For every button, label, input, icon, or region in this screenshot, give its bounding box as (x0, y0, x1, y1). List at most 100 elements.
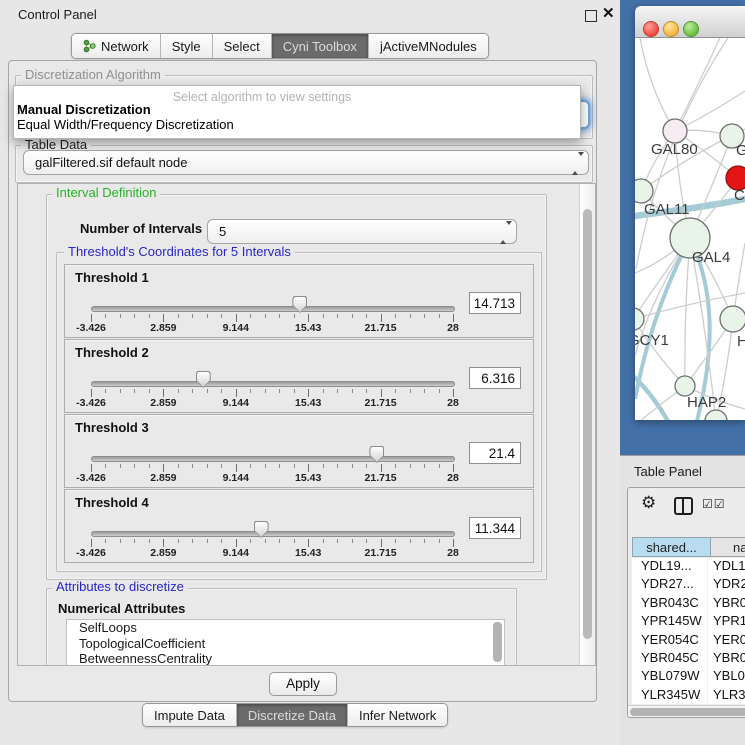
number-of-intervals-combo[interactable]: 5 (207, 219, 517, 244)
attribute-items: SelfLoopsTopologicalCoefficientBetweenne… (67, 620, 504, 666)
threshold-2-slider[interactable] (91, 381, 455, 387)
table-row[interactable]: YLR345WYLR3 (632, 687, 745, 704)
slider-scale-label: 28 (447, 397, 459, 409)
gear-icon[interactable]: ⚙ (641, 493, 656, 513)
slider-tick (163, 464, 164, 472)
network-node-gal80[interactable] (663, 119, 687, 143)
slider-tick (337, 389, 338, 393)
network-node-bottom-node[interactable] (705, 410, 727, 420)
network-node-hap2[interactable] (675, 376, 695, 396)
slider-tick (323, 464, 324, 468)
algorithm-option-equal-width[interactable]: Equal Width/Frequency Discretization (17, 117, 234, 132)
attribute-item[interactable]: SelfLoops (67, 620, 504, 636)
slider-tick (352, 314, 353, 318)
close-traffic-light-icon[interactable] (643, 21, 659, 37)
table-cell: YDR27... (632, 576, 708, 594)
tab-network[interactable]: Network (72, 34, 160, 58)
attribute-item[interactable]: TopologicalCoefficient (67, 636, 504, 652)
table-row[interactable]: YBR043CYBR0 (632, 595, 745, 613)
slider-tick (163, 539, 164, 547)
algorithm-option-manual[interactable]: Manual Discretization (17, 102, 151, 117)
table-cell: YBR045C (632, 650, 708, 668)
attributes-scrollbar[interactable] (493, 622, 502, 662)
attribute-item[interactable]: BetweennessCentrality (67, 651, 504, 666)
tab-impute-data[interactable]: Impute Data (143, 704, 236, 726)
columns-icon[interactable] (674, 497, 693, 515)
slider-tick (294, 539, 295, 543)
table-cell: YLR345W (632, 687, 708, 704)
threshold-4-value-field[interactable]: 11.344 (469, 517, 521, 539)
numerical-attributes-list[interactable]: SelfLoopsTopologicalCoefficientBetweenne… (66, 619, 505, 666)
table-row[interactable]: YPR145WYPR1 (632, 613, 745, 631)
table-rows: YDL19...YDL1YDR27...YDR2YBR043CYBR0YPR14… (632, 558, 745, 704)
table-row[interactable]: YDL19...YDL1 (632, 558, 745, 576)
threshold-2-value-field[interactable]: 6.316 (469, 367, 521, 389)
network-node-gcy1[interactable] (635, 308, 644, 330)
table-horizontal-scrollbar-thumb[interactable] (630, 708, 745, 716)
slider-tick (410, 539, 411, 543)
column-header-shared-name[interactable]: shared... (632, 537, 711, 557)
slider-tick (221, 314, 222, 318)
network-window-titlebar[interactable] (635, 6, 745, 38)
network-node-gal11[interactable] (635, 179, 653, 203)
tab-style[interactable]: Style (160, 34, 212, 58)
table-data-combo[interactable]: galFiltered.sif default node (23, 150, 589, 175)
threshold-4-slider[interactable] (91, 531, 455, 537)
slider-tick (381, 389, 382, 397)
tab-jactivemnodules[interactable]: jActiveMNodules (368, 34, 488, 58)
slider-tick (207, 314, 208, 318)
slider-scale-label: 15.43 (295, 472, 321, 484)
table-horizontal-scrollbar[interactable] (628, 705, 745, 718)
slider-tick (395, 389, 396, 393)
slider-tick (221, 389, 222, 393)
attributes-title: Attributes to discretize (52, 580, 188, 593)
table-cell: YDL1 (708, 558, 745, 576)
tab-label: Select (224, 39, 260, 54)
threshold-3-value-field[interactable]: 21.4 (469, 442, 521, 464)
slider-tick (192, 539, 193, 543)
slider-scale-label: -3.426 (76, 547, 106, 559)
viewport-scrollbar-thumb[interactable] (583, 209, 592, 639)
node-label-gal11: GAL11 (644, 201, 690, 218)
tab-label: Infer Network (359, 708, 436, 723)
minimize-traffic-light-icon[interactable] (663, 21, 679, 37)
slider-tick (250, 314, 251, 318)
tab-discretize-data[interactable]: Discretize Data (236, 704, 347, 726)
apply-button[interactable]: Apply (269, 672, 337, 696)
threshold-3-slider[interactable] (91, 456, 455, 462)
column-header-name[interactable]: na (711, 537, 745, 557)
threshold-1-slider[interactable] (91, 306, 455, 312)
network-canvas[interactable]: GAL80GACGAL11GAL4GCY1HHAP2 (635, 38, 745, 420)
tab-select[interactable]: Select (212, 34, 271, 58)
tab-infer-network[interactable]: Infer Network (347, 704, 447, 726)
slider-tick (366, 389, 367, 393)
checkbox-icons[interactable]: ☑☑ (702, 497, 726, 511)
table-row[interactable]: YER054CYER0 (632, 632, 745, 650)
interval-definition-title: Interval Definition (52, 186, 160, 199)
table-cell: YER054C (632, 632, 708, 650)
table-panel-title: Table Panel (634, 464, 702, 479)
network-node-h-node[interactable] (720, 306, 745, 332)
slider-tick (178, 539, 179, 543)
slider-tick (352, 464, 353, 468)
viewport-scrollbar[interactable] (579, 184, 595, 665)
slider-tick (221, 539, 222, 543)
table-row[interactable]: YBR045CYBR0 (632, 650, 745, 668)
close-icon[interactable]: ✕ (602, 4, 615, 22)
slider-tick (192, 314, 193, 318)
threshold-1-value-field[interactable]: 14.713 (469, 292, 521, 314)
table-row[interactable]: YDR27...YDR2 (632, 576, 745, 594)
slider-tick (337, 539, 338, 543)
top-tab-bar: Network Style Select Cyni Toolbox jActiv… (71, 33, 489, 59)
table-row[interactable]: YBL079WYBL0 (632, 668, 745, 686)
float-window-icon[interactable] (585, 10, 597, 22)
slider-tick (410, 314, 411, 318)
slider-tick (294, 389, 295, 393)
table-cell: YBR0 (708, 595, 745, 613)
window-title: Control Panel (18, 7, 97, 22)
tab-label: Impute Data (154, 708, 225, 723)
slider-scale-labels: -3.4262.8599.14415.4321.71528 (91, 547, 453, 559)
slider-tick (149, 389, 150, 393)
tab-cyni-toolbox[interactable]: Cyni Toolbox (271, 34, 368, 58)
zoom-traffic-light-icon[interactable] (683, 21, 699, 37)
